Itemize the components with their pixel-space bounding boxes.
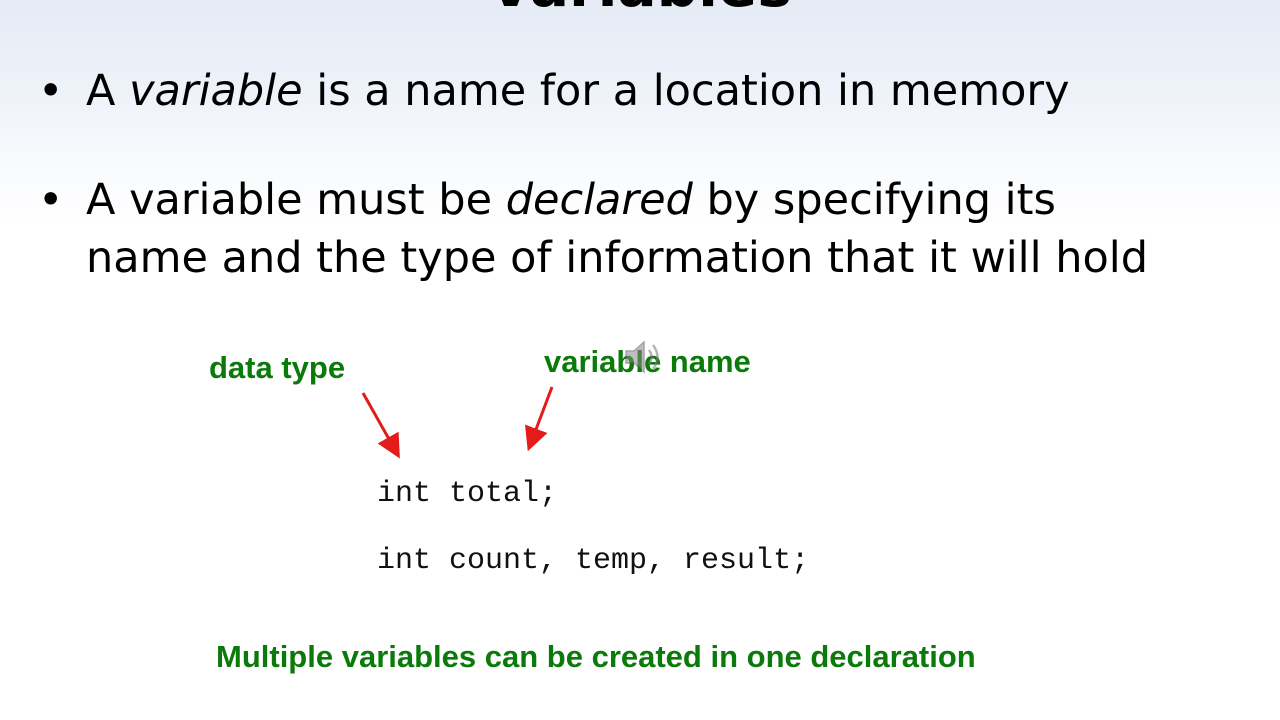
variable-name-arrow [525,386,554,452]
data-type-arrow [361,392,400,459]
code-line-single-declaration: int total; [377,477,558,511]
speaker-icon[interactable] [620,334,666,380]
code-line-multiple-declaration: int count, temp, result; [377,544,810,578]
declaration-note: Multiple variables can be created in one… [216,639,976,674]
